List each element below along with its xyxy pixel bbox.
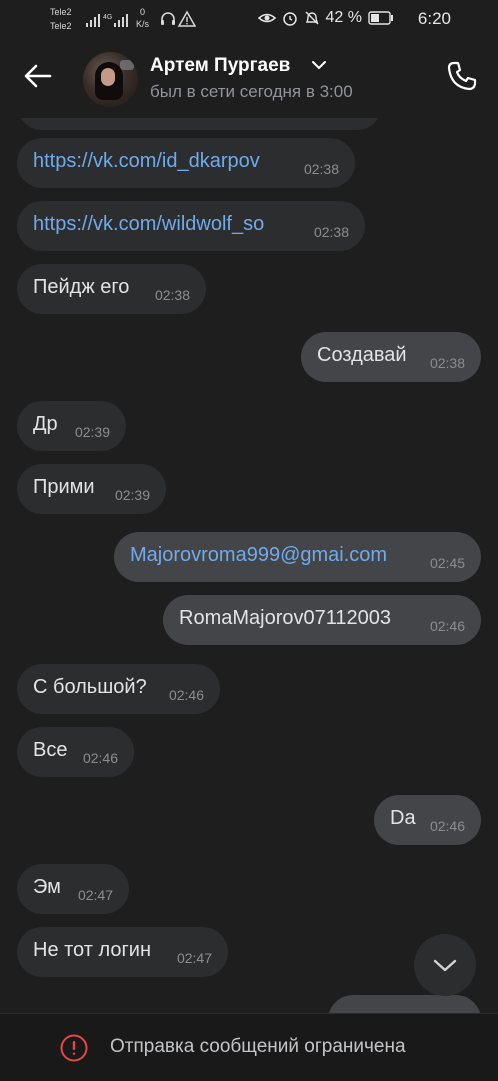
message-time: 02:46: [429, 818, 465, 834]
message-bubble[interactable]: Прими 02:39: [17, 464, 166, 514]
message-text: Пейдж его: [33, 276, 130, 298]
message-bubble[interactable]: Пейдж его 02:38: [17, 264, 206, 314]
message-bubble[interactable]: Др 02:39: [17, 401, 126, 451]
warning-circle-icon: [60, 1034, 88, 1062]
message-bubble-partial: [17, 118, 382, 130]
message-text: Эм: [33, 876, 61, 898]
message-link[interactable]: https://vk.com/wildwolf_so: [33, 199, 264, 249]
restriction-text: Отправка сообщений ограничена: [110, 1036, 406, 1057]
back-arrow-icon[interactable]: [22, 60, 54, 92]
message-text: Не тот логин: [33, 939, 151, 961]
net-speed: 0 K/s: [136, 6, 149, 30]
warning-triangle-icon: [177, 10, 196, 27]
message-bubble-outgoing[interactable]: Создавай 02:38: [301, 332, 481, 382]
clock: 6:20: [417, 9, 451, 28]
carrier-labels: Tele2 Tele2: [50, 5, 72, 33]
message-text: RomaMajorov07112003: [179, 607, 391, 629]
message-bubble-partial: [328, 995, 481, 1013]
message-time: 02:38: [303, 161, 339, 177]
message-bubble-outgoing[interactable]: Majorovroma999@gmai.com 02:45: [114, 532, 481, 582]
message-bubble-outgoing[interactable]: RomaMajorov07112003 02:46: [163, 595, 481, 645]
scroll-to-bottom-button[interactable]: [414, 934, 476, 996]
restriction-banner: Отправка сообщений ограничена: [0, 1013, 498, 1081]
message-time: 02:46: [429, 618, 465, 634]
message-bubble[interactable]: Не тот логин 02:47: [17, 927, 228, 977]
contact-name[interactable]: Артем Пургаев: [150, 55, 290, 77]
phone-icon[interactable]: [446, 60, 478, 92]
message-bubble[interactable]: Эм 02:47: [17, 864, 129, 914]
network-type-label: 4G: [103, 14, 112, 21]
net-speed-value: 0: [140, 7, 146, 17]
notification-icons: [161, 10, 196, 27]
mute-bell-icon: [305, 11, 319, 25]
last-seen-status: был в сети сегодня в 3:00: [150, 82, 353, 101]
battery-icon: [368, 11, 393, 25]
message-text: Др: [33, 413, 58, 435]
status-right-group: 42 %: [257, 9, 394, 27]
message-text: Прими: [33, 476, 95, 498]
message-text: С большой?: [33, 676, 147, 698]
message-time: 02:39: [114, 487, 150, 503]
message-time: 02:38: [313, 224, 349, 240]
alarm-icon: [282, 12, 297, 26]
message-time: 02:39: [74, 424, 110, 440]
net-speed-unit: K/s: [136, 19, 150, 29]
message-text: Da: [390, 807, 416, 829]
message-time: 02:47: [77, 887, 113, 903]
chevron-down-icon[interactable]: [312, 60, 326, 70]
carrier-1: Tele2: [50, 7, 72, 17]
message-text: Создавай: [317, 344, 407, 366]
message-bubble[interactable]: Все 02:46: [17, 727, 134, 777]
message-time: 02:38: [154, 287, 190, 303]
message-list[interactable]: https://vk.com/id_dkarpov 02:38 https://…: [0, 118, 498, 1013]
carrier-2: Tele2: [50, 21, 72, 31]
message-time: 02:47: [176, 950, 212, 966]
avatar[interactable]: [83, 52, 138, 107]
message-link[interactable]: https://vk.com/id_dkarpov: [33, 136, 260, 186]
message-time: 02:46: [168, 687, 204, 703]
message-time: 02:45: [429, 555, 465, 571]
message-bubble[interactable]: https://vk.com/id_dkarpov 02:38: [17, 138, 355, 188]
chevron-down-icon: [433, 959, 457, 972]
message-time: 02:46: [82, 750, 118, 766]
eye-comfort-icon: [257, 13, 276, 23]
message-time: 02:38: [429, 355, 465, 371]
headset-icon: [161, 12, 175, 25]
message-bubble[interactable]: С большой? 02:46: [17, 664, 220, 714]
battery-percent: 42 %: [325, 9, 362, 26]
chat-header: Артем Пургаев был в сети сегодня в 3:00: [0, 38, 498, 118]
message-bubble[interactable]: https://vk.com/wildwolf_so 02:38: [17, 201, 365, 251]
message-bubble-outgoing[interactable]: Da 02:46: [374, 795, 481, 845]
message-text: Все: [33, 739, 68, 761]
status-bar: Tele2 Tele2 4G 0 K/s 42 % 6:20: [0, 0, 498, 38]
signal-strength-icon: 4G: [86, 14, 128, 27]
message-link[interactable]: Majorovroma999@gmai.com: [130, 530, 387, 580]
